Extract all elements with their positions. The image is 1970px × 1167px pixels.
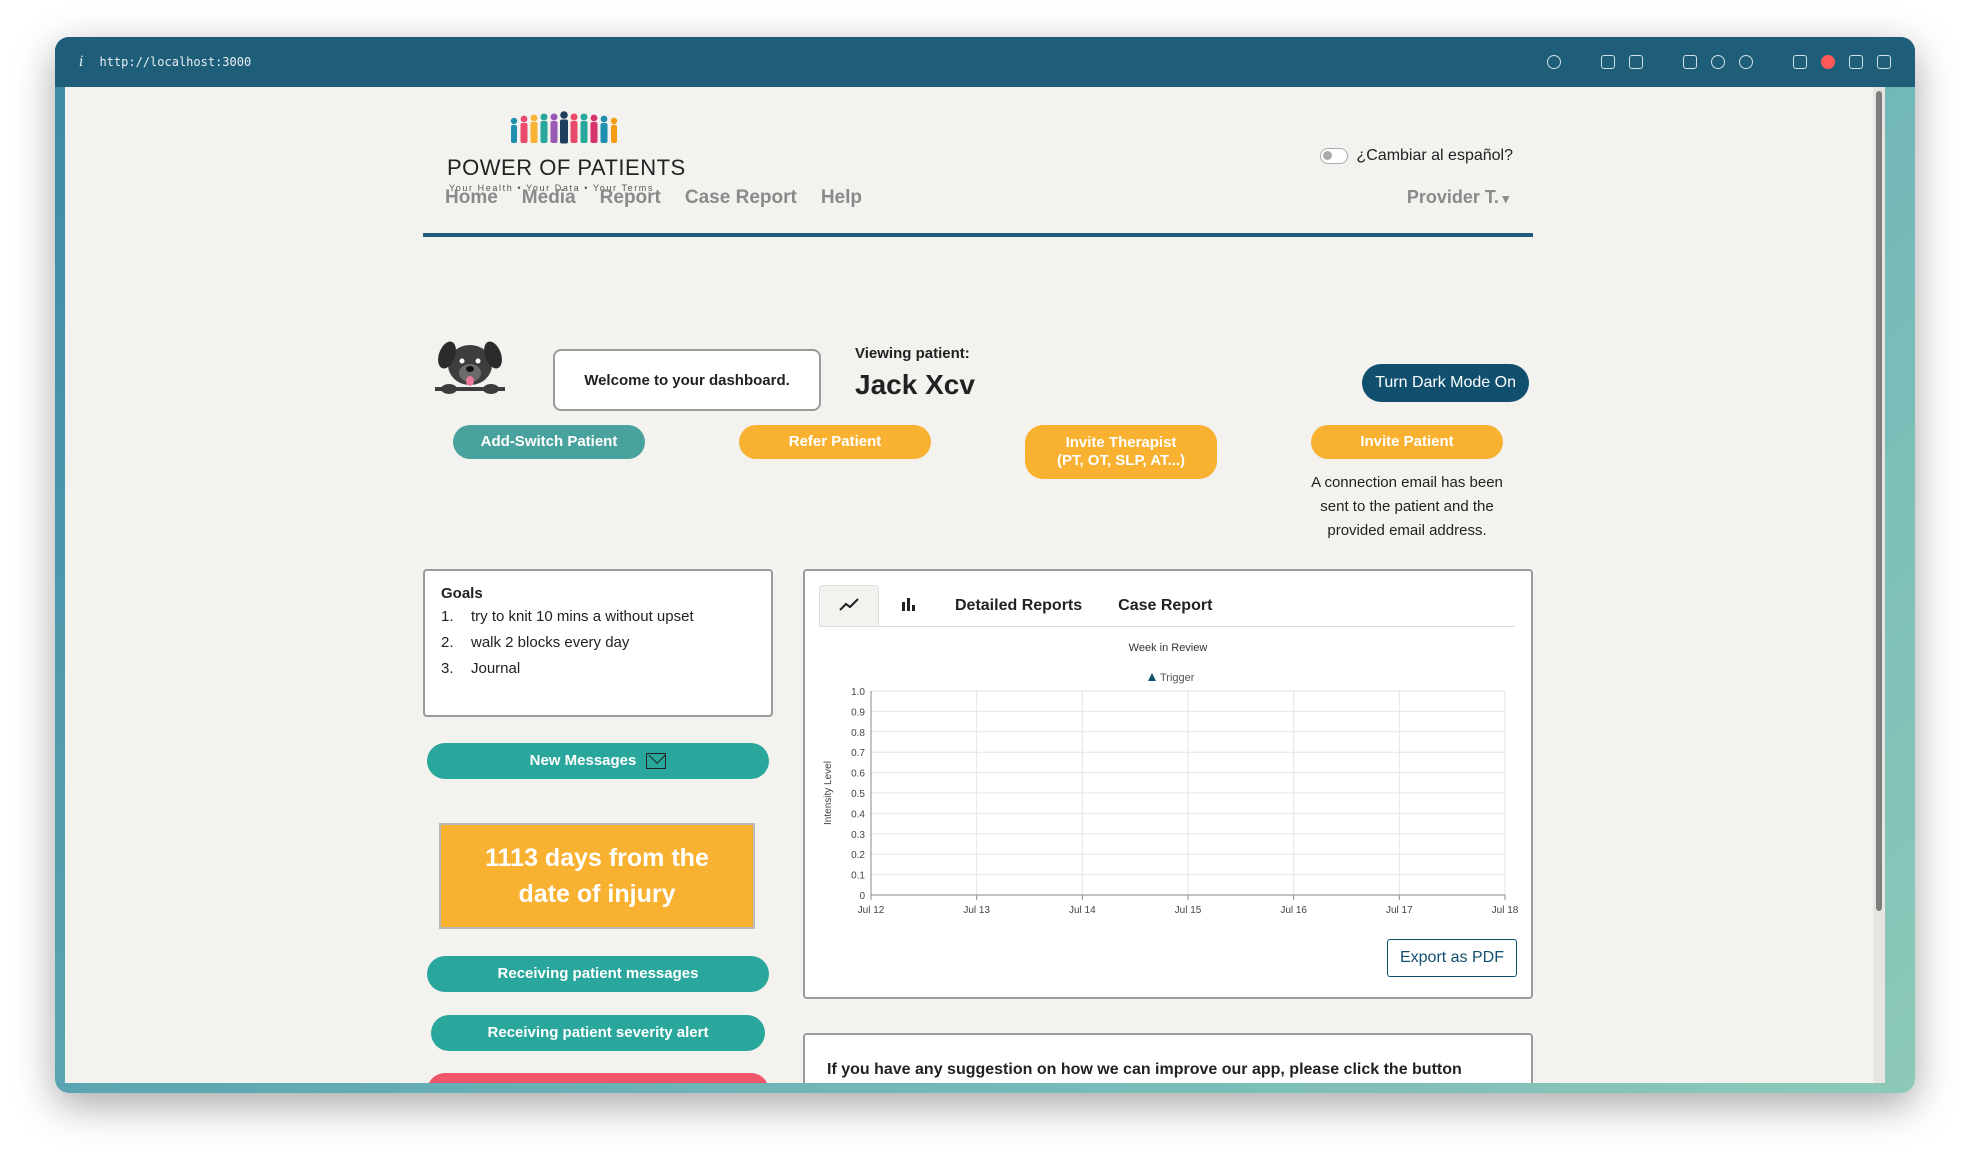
tab-case-report[interactable]: Case Report xyxy=(1100,585,1230,626)
main-nav: Home Media Report Case Report Help Provi… xyxy=(423,187,1533,237)
receiving-alert-button[interactable]: Receiving patient severity alert xyxy=(431,1015,765,1051)
crosshair-icon[interactable] xyxy=(1739,55,1753,69)
y-tick-label: 0.7 xyxy=(851,748,865,759)
goals-list: 1. try to knit 10 mins a without upset 2.… xyxy=(441,608,755,677)
y-tick-label: 0.8 xyxy=(851,728,865,739)
dog-avatar-icon xyxy=(435,341,505,394)
document-icon[interactable] xyxy=(1849,55,1863,69)
x-tick-label: Jul 14 xyxy=(1069,905,1096,916)
x-tick-label: Jul 15 xyxy=(1175,905,1202,916)
line-chart-icon xyxy=(838,596,860,617)
x-tick-label: Jul 18 xyxy=(1492,905,1519,916)
new-messages-label: New Messages xyxy=(529,752,637,769)
info-icon[interactable]: i xyxy=(79,54,83,70)
y-tick-label: 0 xyxy=(859,891,865,902)
patient-name: Jack Xcv xyxy=(855,369,975,400)
nav-media[interactable]: Media xyxy=(522,187,576,209)
extension-icon[interactable] xyxy=(1793,55,1807,69)
screenshot-icon[interactable] xyxy=(1601,55,1615,69)
suggestion-card: If you have any suggestion on how we can… xyxy=(803,1033,1533,1083)
url-text[interactable]: http://localhost:3000 xyxy=(99,55,251,69)
envelope-icon xyxy=(646,753,667,769)
y-tick-label: 0.6 xyxy=(851,769,865,780)
x-tick-label: Jul 13 xyxy=(963,905,990,916)
globe-icon[interactable] xyxy=(1711,55,1725,69)
goal-item: 2. walk 2 blocks every day xyxy=(441,634,630,651)
receiving-messages-button[interactable]: Receiving patient messages xyxy=(427,956,769,992)
x-tick-label: Jul 17 xyxy=(1386,905,1413,916)
chart-title: Week in Review xyxy=(1129,642,1208,654)
week-in-review-chart: Week in Review Trigger 1.0 0.9 0.8 0.7 0.6 0.5 0… xyxy=(823,642,1519,916)
link-icon[interactable] xyxy=(1547,55,1561,69)
tab-bar-chart[interactable] xyxy=(879,585,937,626)
suggestion-text: If you have any suggestion on how we can… xyxy=(827,1061,1462,1078)
viewing-patient-label: Viewing patient: xyxy=(855,345,970,362)
bar-chart-icon xyxy=(897,595,919,616)
nav-case-report[interactable]: Case Report xyxy=(685,187,797,209)
camera-icon[interactable] xyxy=(1629,55,1643,69)
y-tick-label: 0.9 xyxy=(851,707,865,718)
logo-title: POWER OF PATIENTS xyxy=(447,155,686,180)
y-tick-label: 0.2 xyxy=(851,850,865,861)
y-tick-label: 0.1 xyxy=(851,871,865,882)
goal-item: 1. try to knit 10 mins a without upset xyxy=(441,608,694,625)
export-pdf-button[interactable]: Export as PDF xyxy=(1386,939,1517,977)
y-tick-label: 1.0 xyxy=(851,687,865,698)
goals-title: Goals xyxy=(441,585,483,602)
page-viewport: POWER OF PATIENTS Your Health • Your Dat… xyxy=(65,87,1885,1083)
welcome-box: Welcome to your dashboard. xyxy=(553,349,821,411)
people-logo-icon xyxy=(510,111,618,144)
goal-item: 3. Journal xyxy=(441,660,521,677)
goals-card: Goals 1. try to knit 10 mins a without up… xyxy=(423,569,773,717)
chart-card: Detailed Reports Case Report Week in Rev… xyxy=(803,569,1533,999)
page-content: POWER OF PATIENTS Your Health • Your Dat… xyxy=(423,87,1533,1083)
y-tick-label: 0.5 xyxy=(851,789,865,800)
days-from-injury: 1113 days from the date of injury xyxy=(439,823,755,929)
legend-trigger-marker xyxy=(1148,673,1156,681)
language-toggle[interactable]: ¿Cambiar al español? xyxy=(1320,147,1513,165)
legend-trigger-label: Trigger xyxy=(1160,672,1195,684)
add-switch-patient-button[interactable]: Add-Switch Patient xyxy=(453,425,645,459)
refer-patient-button[interactable]: Refer Patient xyxy=(739,425,931,459)
nav-help[interactable]: Help xyxy=(821,187,862,209)
check-referred-patients-button[interactable]: Check Referred Patients xyxy=(427,1073,769,1083)
dark-mode-button[interactable]: Turn Dark Mode On xyxy=(1362,364,1529,402)
y-axis-label: Intensity Level xyxy=(823,761,834,825)
tab-line-chart[interactable] xyxy=(819,585,879,626)
y-tick-label: 0.4 xyxy=(851,809,865,820)
browser-toolbar: i http://localhost:3000 xyxy=(55,37,1915,87)
browser-window: i http://localhost:3000 POWER OF PATIENT… xyxy=(55,37,1915,1093)
user-menu-dropdown[interactable]: Provider T. xyxy=(1407,187,1509,208)
language-toggle-label: ¿Cambiar al español? xyxy=(1356,147,1513,164)
y-tick-label: 0.3 xyxy=(851,830,865,841)
tab-detailed-reports[interactable]: Detailed Reports xyxy=(937,585,1100,626)
connection-message: A connection email has been sent to the … xyxy=(1311,474,1503,539)
nav-report[interactable]: Report xyxy=(600,187,661,209)
invite-patient-button[interactable]: Invite Patient xyxy=(1311,425,1503,459)
invite-therapist-button[interactable]: Invite Therapist (PT, OT, SLP, AT...) xyxy=(1025,425,1217,479)
nav-home[interactable]: Home xyxy=(445,187,498,209)
toolbar-icons xyxy=(1547,55,1891,69)
scrollbar[interactable] xyxy=(1873,87,1885,1083)
terminal-icon[interactable] xyxy=(1683,55,1697,69)
scrollbar-thumb[interactable] xyxy=(1876,91,1882,911)
x-tick-label: Jul 16 xyxy=(1280,905,1307,916)
sidebar-icon[interactable] xyxy=(1877,55,1891,69)
toggle-switch[interactable] xyxy=(1320,148,1349,164)
chart-tabs: Detailed Reports Case Report xyxy=(819,585,1515,627)
x-tick-label: Jul 12 xyxy=(858,905,885,916)
new-messages-button[interactable]: New Messages xyxy=(427,743,769,779)
record-icon[interactable] xyxy=(1821,55,1835,69)
